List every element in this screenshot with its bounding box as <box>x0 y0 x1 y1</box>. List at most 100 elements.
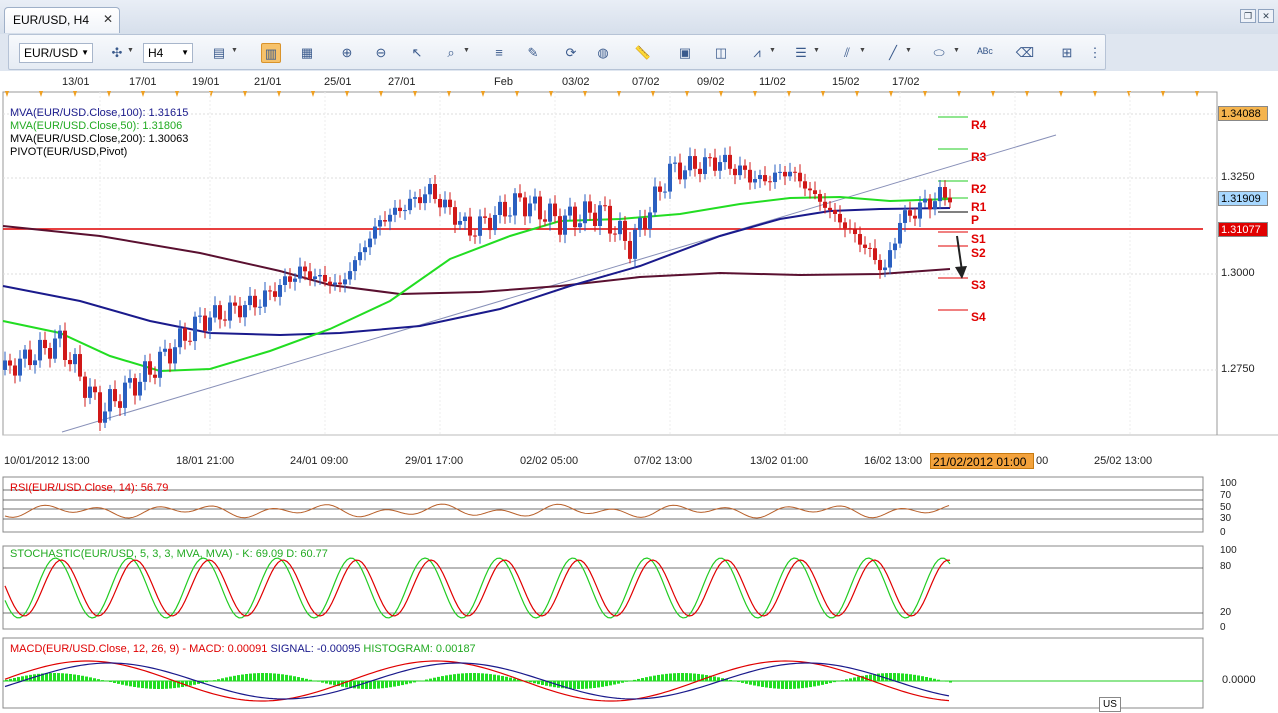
timeframe-select[interactable]: H4 ▼ <box>143 43 193 63</box>
macd-histogram-bar <box>461 673 464 681</box>
date-marker-icon <box>515 91 519 97</box>
globe-icon[interactable]: ◍ <box>593 43 613 63</box>
macd-histogram-bar <box>781 681 784 689</box>
date-marker-icon <box>719 91 723 97</box>
macd-histogram-bar <box>713 676 716 681</box>
candle-body <box>263 290 267 307</box>
macd-histogram-bar <box>125 681 128 686</box>
macd-histogram-bar <box>389 681 392 688</box>
close-icon[interactable]: ✕ <box>103 12 113 26</box>
macd-histogram-bar <box>777 681 780 689</box>
chart-type-icon[interactable]: ▤ <box>209 43 229 63</box>
fibonacci-icon[interactable]: ⩘ <box>747 43 767 63</box>
candle-body <box>908 210 912 216</box>
macd-histogram-bar <box>497 675 500 681</box>
eraser-icon[interactable]: ⌫ <box>1015 43 1035 63</box>
macd-histogram-bar <box>273 673 276 681</box>
candle-body <box>558 216 562 235</box>
cursor-icon[interactable]: ↖ <box>407 43 427 63</box>
macd-histogram-bar <box>821 681 824 685</box>
candle-body <box>53 338 57 359</box>
macd-histogram-bar <box>5 679 8 681</box>
chevron-down-icon[interactable]: ▼ <box>231 47 238 54</box>
chevron-down-icon[interactable]: ▼ <box>953 47 960 54</box>
bars-icon[interactable]: ≡ <box>489 43 509 63</box>
candle-body <box>533 196 537 204</box>
macd-histogram-bar <box>785 681 788 689</box>
candle-body <box>433 183 437 199</box>
indicator-icon[interactable]: ◫ <box>711 43 731 63</box>
macd-histogram-bar <box>141 681 144 689</box>
image-icon[interactable]: ▣ <box>675 43 695 63</box>
macd-histogram-bar <box>893 673 896 681</box>
chevron-down-icon[interactable]: ▼ <box>127 47 134 54</box>
objects-icon[interactable]: ⊞ <box>1057 43 1077 63</box>
macd-histogram-bar <box>401 681 404 686</box>
candle-body <box>298 266 302 279</box>
macd-histogram-bar <box>89 677 92 681</box>
macd-histogram-bar <box>333 681 336 686</box>
chart-area[interactable]: 13/01 17/01 19/01 21/01 25/01 27/01 Feb 03/02 07… <box>0 71 1278 713</box>
macd-histogram-bar <box>425 679 428 681</box>
macd-histogram-bar <box>49 673 52 681</box>
macd-histogram-bar <box>601 681 604 687</box>
s1-label: S1 <box>971 232 986 246</box>
r1-label: R1 <box>971 200 987 214</box>
chevron-down-icon[interactable]: ▼ <box>905 47 912 54</box>
close-window-icon[interactable]: ✕ <box>1258 9 1274 23</box>
candle-body <box>773 172 777 183</box>
refresh-icon[interactable]: ⟳ <box>561 43 581 63</box>
candles-icon[interactable]: ▥ <box>261 43 281 63</box>
macd-histogram-bar <box>717 677 720 681</box>
crosshair-icon[interactable]: ✣ <box>107 43 127 63</box>
candle-body <box>763 175 767 182</box>
macd-histogram-bar <box>605 681 608 687</box>
macd-histogram-bar <box>225 677 228 681</box>
time-tick: 25/02 13:00 <box>1094 455 1153 467</box>
trendline-icon[interactable]: ╱ <box>883 43 903 63</box>
macd-histogram-bar <box>305 678 308 681</box>
mva100-label: MVA(EUR/USD.Close,100): 1.31615 <box>10 107 189 119</box>
symbol-select[interactable]: EUR/USD ▼ <box>19 43 93 63</box>
chevron-down-icon[interactable]: ▼ <box>769 47 776 54</box>
zoom-out-icon[interactable]: ⊖ <box>371 43 391 63</box>
macd-histogram-bar <box>585 681 588 689</box>
macd-histogram-bar <box>253 673 256 681</box>
macd-histogram-bar <box>617 681 620 684</box>
candle-body <box>588 201 592 213</box>
edit-icon[interactable]: ✎ <box>523 43 543 63</box>
mva50-line <box>2 195 951 373</box>
date-marker-icon <box>413 91 417 97</box>
candle-body <box>548 203 552 222</box>
chevron-down-icon[interactable]: ▼ <box>813 47 820 54</box>
text-icon[interactable]: ᴬᴮᶜ <box>975 43 995 63</box>
ellipse-icon[interactable]: ⬭ <box>929 43 949 63</box>
candle-body <box>468 216 472 236</box>
candle-body <box>458 221 462 225</box>
more-icon[interactable]: ⋮ <box>1085 43 1105 63</box>
stoch-tick: 0 <box>1220 622 1226 633</box>
candle-body <box>753 179 757 183</box>
macd-histogram-bar <box>17 677 20 681</box>
candle-body <box>733 168 737 176</box>
macd-histogram-bar <box>929 677 932 681</box>
channels-icon[interactable]: ☰ <box>791 43 811 63</box>
chevron-down-icon[interactable]: ▼ <box>463 47 470 54</box>
chart-tab[interactable]: EUR/USD, H4 ✕ <box>4 7 120 33</box>
candle-body <box>858 234 862 245</box>
stoch-tick: 100 <box>1220 545 1237 556</box>
date-marker-icon <box>651 91 655 97</box>
table-icon[interactable]: ▦ <box>297 43 317 63</box>
lines-icon[interactable]: ⫽ <box>837 43 857 63</box>
macd-histogram-bar <box>789 681 792 689</box>
candle-body <box>443 199 447 208</box>
restore-icon[interactable]: ❐ <box>1240 9 1256 23</box>
macd-histogram-bar <box>737 681 740 682</box>
chevron-down-icon[interactable]: ▼ <box>859 47 866 54</box>
ruler-icon[interactable]: 📏 <box>633 43 653 63</box>
candle-body <box>848 228 852 230</box>
zoom-icon[interactable]: ⌕ <box>441 43 461 63</box>
zoom-in-icon[interactable]: ⊕ <box>337 43 357 63</box>
candle-body <box>408 198 412 211</box>
macd-histogram-bar <box>165 681 168 689</box>
